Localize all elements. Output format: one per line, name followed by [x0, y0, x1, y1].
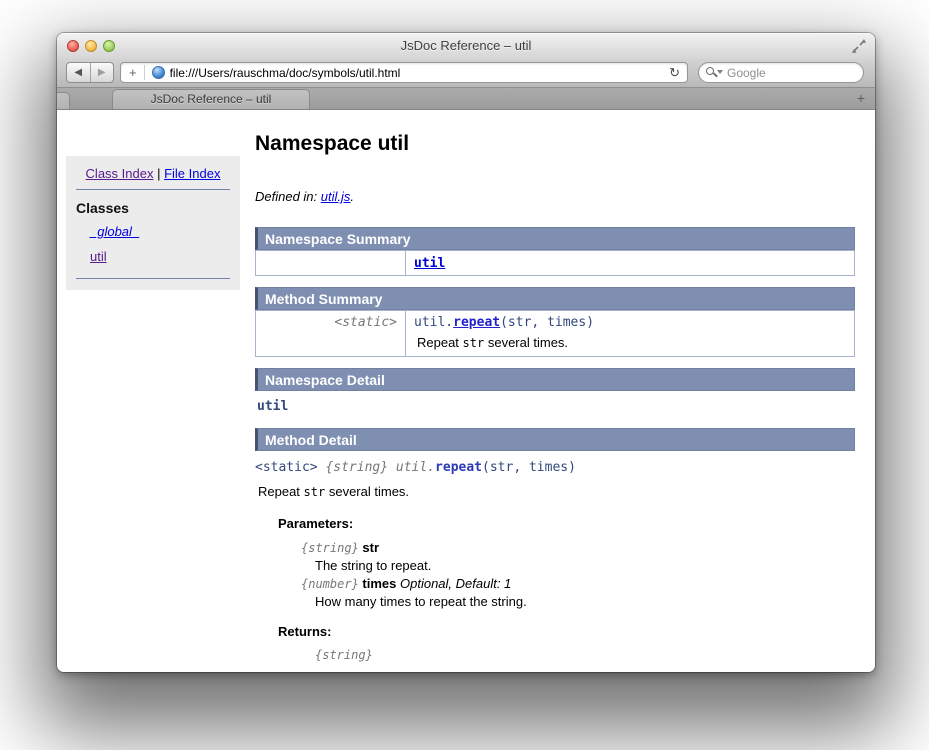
globe-icon — [151, 66, 165, 79]
defined-in-line: Defined in: util.js. — [255, 189, 869, 204]
desc-text: Repeat — [417, 335, 463, 350]
param-name: str — [362, 540, 380, 555]
param-str-description: The string to repeat. — [315, 558, 432, 573]
method-signature-cell: util.repeat(str, times) Repeat str sever… — [405, 310, 855, 357]
param-times-type-line: {number} times Optional, Default: 1 — [301, 576, 869, 591]
parameters-label: Parameters: — [278, 516, 354, 531]
param-type: {number} — [301, 577, 359, 591]
fullscreen-icon[interactable] — [851, 38, 867, 54]
namespace-detail-code: util — [257, 399, 289, 414]
desc-code: str — [303, 485, 326, 499]
namespace-attributes-cell — [255, 250, 406, 276]
index-links: Class Index | File Index — [74, 166, 232, 189]
method-detail-header: Method Detail — [255, 428, 855, 451]
method-summary-header: Method Summary — [255, 287, 855, 310]
browser-toolbar: ◀ ▶ + file:///Users/rauschma/doc/symbols… — [57, 59, 875, 87]
desc-text: Repeat — [258, 484, 304, 499]
search-magnifier-icon[interactable] — [706, 66, 723, 79]
table-row: <static> util.repeat(str, times) Repeat … — [255, 310, 855, 357]
param-str-type-line: {string} str — [301, 540, 869, 555]
list-item: util — [90, 249, 232, 264]
param-name: times — [362, 576, 397, 591]
classes-heading: Classes — [76, 200, 129, 216]
sidebar-divider — [76, 189, 230, 190]
back-forward-control[interactable]: ◀ ▶ — [66, 62, 114, 83]
page-content: Class Index | File Index Classes _global… — [57, 110, 875, 672]
method-attributes-cell: <static> — [255, 310, 406, 357]
signature-type: {string} — [325, 460, 396, 475]
address-bar[interactable]: + file:///Users/rauschma/doc/symbols/uti… — [120, 62, 688, 83]
returns-label: Returns: — [278, 624, 332, 639]
search-field[interactable]: Google — [698, 62, 864, 83]
search-placeholder: Google — [727, 65, 766, 80]
class-index-sidebar: Class Index | File Index Classes _global… — [66, 156, 240, 290]
signature-args: (str, times) — [500, 315, 595, 330]
param-type: {string} — [301, 541, 359, 555]
defined-in-label: Defined in: — [255, 189, 321, 204]
forward-button[interactable]: ▶ — [89, 63, 114, 82]
sidebar-divider-bottom — [76, 278, 230, 279]
method-signature: util.repeat(str, times) — [414, 315, 846, 330]
method-summary-table: <static> util.repeat(str, times) Repeat … — [255, 310, 855, 357]
tab-jsdoc-reference[interactable]: JsDoc Reference – util — [112, 89, 310, 109]
new-tab-button[interactable]: + — [857, 90, 865, 106]
page-title: Namespace util — [255, 132, 410, 155]
signature-name: repeat — [435, 460, 483, 475]
param-times-description: How many times to repeat the string. — [315, 594, 527, 609]
returns-type: {string} — [315, 648, 373, 662]
namespace-name-cell: util — [405, 250, 855, 276]
url-text[interactable]: file:///Users/rauschma/doc/symbols/util.… — [170, 66, 663, 80]
index-links-separator: | — [153, 166, 165, 181]
desc-text: several times. — [484, 335, 569, 350]
method-short-description: Repeat str several times. — [417, 335, 846, 350]
tab-bar: JsDoc Reference – util + — [57, 87, 875, 110]
repeat-method-link[interactable]: repeat — [453, 315, 500, 330]
reload-icon[interactable]: ↻ — [662, 65, 687, 81]
method-detail-signature: <static> {string} util.repeat(str, times… — [255, 460, 869, 475]
back-button[interactable]: ◀ — [67, 63, 90, 82]
defined-in-suffix: . — [350, 189, 355, 204]
signature-prefix: util. — [414, 315, 454, 330]
table-row: util — [255, 250, 855, 276]
add-bookmark-button[interactable]: + — [121, 65, 144, 80]
param-extra: Optional, Default: 1 — [396, 576, 512, 591]
signature-namespace: util. — [395, 460, 436, 475]
sidebar-item-util[interactable]: util — [90, 249, 107, 264]
sidebar-item-global[interactable]: _global_ — [90, 224, 139, 239]
window-title: JsDoc Reference – util — [400, 38, 532, 53]
browser-window: JsDoc Reference – util ◀ ▶ + file:///Use… — [57, 33, 875, 672]
document-main: Namespace util Defined in: util.js. Name… — [255, 110, 869, 672]
signature-static: <static> — [255, 460, 326, 475]
tab-edge-stub — [57, 92, 70, 109]
namespace-util-link[interactable]: util — [414, 256, 445, 271]
desc-text: several times. — [325, 484, 410, 499]
method-detail-description: Repeat str several times. — [258, 484, 869, 499]
title-bar[interactable]: JsDoc Reference – util — [57, 33, 875, 59]
defined-in-link[interactable]: util.js — [321, 189, 351, 204]
desc-code: str — [462, 336, 485, 350]
namespace-detail-header: Namespace Detail — [255, 368, 855, 391]
list-item: _global_ — [90, 224, 232, 239]
file-index-link[interactable]: File Index — [164, 166, 220, 181]
namespace-summary-table: util — [255, 250, 855, 276]
class-index-link[interactable]: Class Index — [86, 166, 154, 181]
address-divider — [143, 65, 145, 80]
signature-args: (str, times) — [482, 460, 576, 475]
namespace-summary-header: Namespace Summary — [255, 227, 855, 250]
